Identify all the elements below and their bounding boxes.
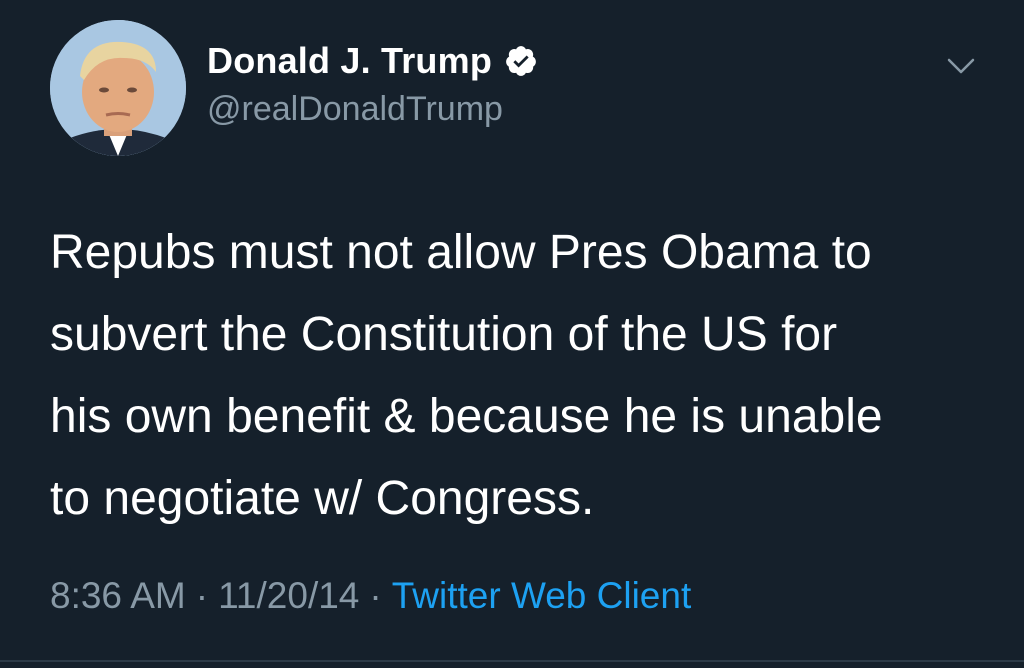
tweet-card: Donald J. Trump @realDonaldTrump Repubs … <box>0 0 1024 668</box>
tweet-header: Donald J. Trump @realDonaldTrump <box>207 38 538 129</box>
tweet-text-line: to negotiate w/ Congress. <box>50 472 595 525</box>
verified-badge-icon <box>504 44 538 78</box>
meta-separator: · <box>369 575 382 616</box>
name-row: Donald J. Trump <box>207 38 538 84</box>
tweet-text: Repubs must not allow Pres Obama to subv… <box>50 212 990 540</box>
tweet-time[interactable]: 8:36 AM <box>50 575 186 616</box>
divider <box>0 660 1024 662</box>
tweet-text-line: subvert the Constitution of the US for <box>50 308 838 361</box>
tweet-client-link[interactable]: Twitter Web Client <box>392 575 692 616</box>
tweet-metadata: 8:36 AM · 11/20/14 · Twitter Web Client <box>50 575 691 617</box>
user-handle[interactable]: @realDonaldTrump <box>207 90 538 129</box>
display-name[interactable]: Donald J. Trump <box>207 40 492 82</box>
tweet-date[interactable]: 11/20/14 <box>218 575 359 616</box>
chevron-down-icon[interactable] <box>946 56 976 76</box>
tweet-text-line: Repubs must not allow Pres Obama to <box>50 226 872 279</box>
tweet-text-line: his own benefit & because he is unable <box>50 390 883 443</box>
avatar-portrait-icon <box>50 20 186 156</box>
user-avatar[interactable] <box>50 20 186 156</box>
meta-separator: · <box>195 575 209 616</box>
